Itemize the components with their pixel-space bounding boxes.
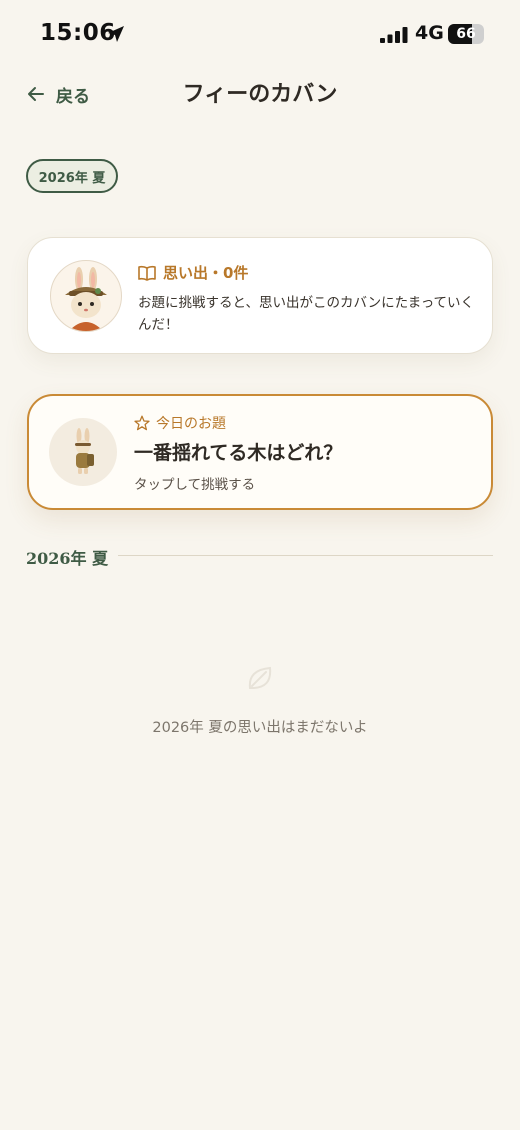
challenge-header: 今日のお題 bbox=[134, 413, 226, 433]
bunny-hiker-illustration bbox=[75, 428, 94, 474]
challenge-bunny-avatar bbox=[49, 418, 117, 486]
star-outline-icon bbox=[134, 415, 150, 431]
memories-description: お題に挑戦すると、思い出がこのカバンにたまっていくんだ！ bbox=[138, 295, 475, 333]
bunny-explorer-avatar bbox=[50, 260, 122, 332]
memories-header: 思い出・0件 bbox=[138, 262, 248, 283]
memories-card: 思い出・0件 お題に挑戦すると、思い出がこのカバンにたまっていくんだ！ bbox=[27, 237, 493, 354]
status-bar: 15:06 4G 66 bbox=[0, 0, 520, 70]
leaf-icon bbox=[248, 666, 272, 689]
empty-state-message: 2026年 夏の思い出はまだないよ bbox=[152, 720, 368, 736]
battery-indicator: 66 bbox=[448, 24, 484, 44]
network-label: 4G bbox=[415, 22, 444, 44]
memories-count-title: 思い出・0件 bbox=[163, 264, 249, 282]
challenge-label: 今日のお題 bbox=[156, 416, 226, 432]
signal-bars-icon bbox=[380, 27, 408, 43]
page-title: フィーのカバン bbox=[182, 81, 338, 107]
challenge-title: 一番揺れてる木はどれ？ bbox=[134, 442, 343, 464]
challenge-hint: タップして挑戦する bbox=[134, 477, 256, 493]
battery-level: 66 bbox=[456, 26, 476, 42]
status-time: 15:06 bbox=[40, 20, 116, 46]
bunny-explorer-illustration bbox=[65, 267, 107, 331]
section-heading: 2026年 夏 bbox=[26, 549, 109, 568]
section-divider bbox=[118, 555, 493, 556]
open-book-icon bbox=[138, 265, 156, 281]
season-chip[interactable]: 2026年 夏 bbox=[26, 159, 118, 193]
location-arrow-icon bbox=[108, 26, 124, 42]
daily-challenge-card[interactable]: 今日のお題 一番揺れてる木はどれ？ タップして挑戦する bbox=[27, 394, 493, 510]
